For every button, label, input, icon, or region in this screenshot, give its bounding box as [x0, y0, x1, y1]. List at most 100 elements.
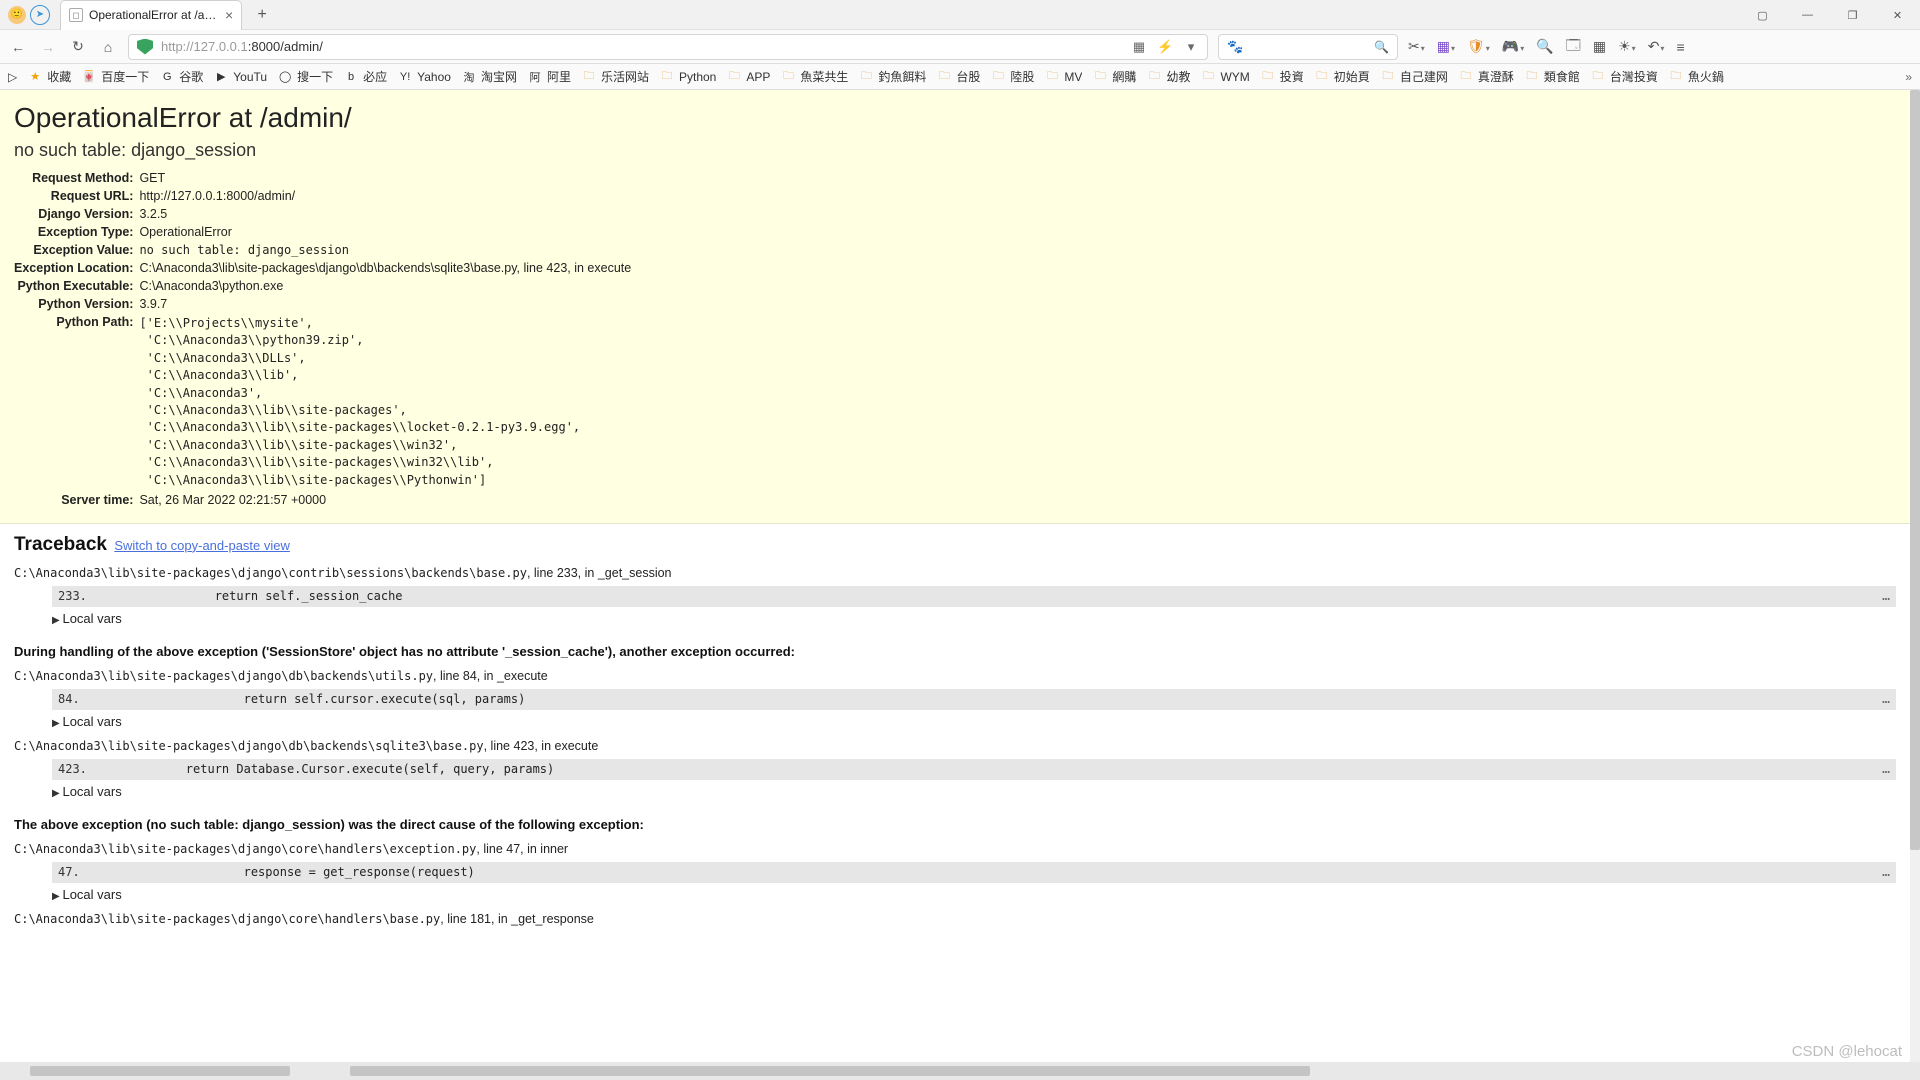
ellipsis-icon[interactable]: …	[1882, 589, 1890, 604]
ellipsis-icon[interactable]: …	[1882, 762, 1890, 777]
nav-compass-icon[interactable]: ➤	[30, 5, 50, 25]
folder-icon: 🗀	[726, 69, 742, 85]
address-bar[interactable]: http://127.0.0.1:8000/admin/ ▦ ⚡ ▾	[128, 34, 1208, 60]
bookmark-item[interactable]: 🗀陸股	[990, 68, 1034, 85]
meta-label: Exception Value:	[14, 241, 139, 259]
local-vars-toggle[interactable]: Local vars	[52, 784, 1896, 799]
menu-icon[interactable]: ≡	[1676, 39, 1684, 55]
bookmark-label: 自己建网	[1400, 68, 1448, 85]
bookmark-item[interactable]: b必应	[343, 68, 387, 85]
addr-chevron-down-icon[interactable]: ▾	[1183, 39, 1199, 55]
bookmarks-expand-icon[interactable]: ▷	[8, 70, 17, 84]
switch-view-link[interactable]: Switch to copy-and-paste view	[114, 538, 290, 553]
bookmark-item[interactable]: 🗀釣魚餌料	[858, 68, 926, 85]
folder-icon: 🗀	[1092, 69, 1108, 85]
new-tab-button[interactable]: +	[250, 3, 274, 27]
bookmark-item[interactable]: 阿阿里	[527, 68, 571, 85]
home-button[interactable]: ⌂	[98, 37, 118, 57]
undo-icon[interactable]: ↶	[1648, 38, 1665, 55]
scissors-icon[interactable]: ✂	[1408, 38, 1425, 55]
bookmarks-overflow-icon[interactable]: »	[1905, 70, 1912, 84]
frame-location: C:\Anaconda3\lib\site-packages\django\co…	[14, 566, 1896, 580]
bookmark-item[interactable]: 🗀MV	[1044, 69, 1082, 85]
bookmark-item[interactable]: 🗀乐活网站	[581, 68, 649, 85]
page-viewport: OperationalError at /admin/ no such tabl…	[0, 90, 1910, 1062]
bookmark-item[interactable]: 🗀網購	[1092, 68, 1136, 85]
local-vars-toggle[interactable]: Local vars	[52, 887, 1896, 902]
local-vars-toggle[interactable]: Local vars	[52, 714, 1896, 729]
browser-tab[interactable]: ◻ OperationalError at /admin/ ×	[60, 0, 242, 30]
frame-location: C:\Anaconda3\lib\site-packages\django\co…	[14, 842, 1896, 856]
bookmark-item[interactable]: 🗀Python	[659, 69, 716, 85]
grid-icon[interactable]: ▦	[1437, 38, 1455, 55]
bookmark-item[interactable]: 🗀魚火鍋	[1668, 68, 1724, 85]
bookmark-item[interactable]: 🗀台灣投資	[1590, 68, 1658, 85]
bookmark-label: 陸股	[1010, 68, 1034, 85]
bookmark-label: 類食館	[1544, 68, 1580, 85]
folder-icon: 🗀	[1668, 69, 1684, 85]
bookmark-item[interactable]: 🗀自己建网	[1380, 68, 1448, 85]
local-vars-toggle[interactable]: Local vars	[52, 611, 1896, 626]
bookmark-item[interactable]: 🗀魚菜共生	[780, 68, 848, 85]
reload-button[interactable]: ↻	[68, 37, 88, 57]
shield-icon[interactable]: 🛡	[1467, 38, 1490, 55]
window-minimize-icon[interactable]: —	[1785, 0, 1830, 30]
folder-icon: 🗀	[1146, 69, 1162, 85]
bookmark-item[interactable]: 淘淘宝网	[461, 68, 517, 85]
bookmark-label: 谷歌	[179, 68, 203, 85]
meta-value: OperationalError	[139, 223, 631, 241]
apps-icon[interactable]: ▦	[1593, 38, 1606, 55]
frame-location: C:\Anaconda3\lib\site-packages\django\co…	[14, 912, 1896, 926]
bookmark-item[interactable]: 🗀幼教	[1146, 68, 1190, 85]
ellipsis-icon[interactable]: …	[1882, 692, 1890, 707]
vertical-scrollbar[interactable]	[1910, 90, 1920, 1062]
meta-value: no such table: django_session	[139, 241, 631, 259]
bookmark-item[interactable]: Y!Yahoo	[397, 69, 451, 85]
bookmark-item[interactable]: 🀄百度一下	[81, 68, 149, 85]
bookmark-item[interactable]: 🗀WYM	[1200, 69, 1249, 85]
note-icon[interactable]: 🗔	[1566, 35, 1581, 59]
horizontal-scrollbar[interactable]	[0, 1062, 1920, 1080]
tab-close-icon[interactable]: ×	[225, 8, 233, 22]
window-maximize-icon[interactable]: ❐	[1830, 0, 1875, 30]
bookmarks-bar: ▷ ★收藏 🀄百度一下 G谷歌 ▶YouTu ◯搜一下 b必应 Y!Yahoo 淘淘宝网阿阿里…	[0, 64, 1920, 90]
error-subtitle: no such table: django_session	[14, 140, 1896, 161]
qr-icon[interactable]: ▦	[1131, 39, 1147, 55]
bookmark-item[interactable]: ◯搜一下	[277, 68, 333, 85]
theme-sun-icon[interactable]: ☀	[1618, 38, 1636, 55]
window-close-icon[interactable]: ✕	[1875, 0, 1920, 30]
bookmark-label: 台股	[956, 68, 980, 85]
code-line: 84. return self.cursor.execute(sql, para…	[52, 689, 1896, 710]
bookmark-label: 必应	[363, 68, 387, 85]
gamepad-icon[interactable]: 🎮	[1502, 38, 1524, 55]
error-meta-table: Request Method:GET Request URL:http://12…	[14, 169, 631, 509]
bookmark-item[interactable]: ▶YouTu	[213, 69, 267, 85]
folder-icon: 🗀	[1524, 69, 1540, 85]
bookmark-label: 搜一下	[297, 68, 333, 85]
window-side-icon[interactable]: ▢	[1740, 0, 1785, 30]
traceback-frame: C:\Anaconda3\lib\site-packages\django\co…	[14, 566, 1896, 626]
bookmark-label: Python	[679, 70, 716, 84]
error-summary: OperationalError at /admin/ no such tabl…	[0, 90, 1910, 524]
bookmark-item[interactable]: ★收藏	[27, 68, 71, 85]
back-button[interactable]: ←	[8, 37, 28, 57]
bookmark-item[interactable]: G谷歌	[159, 68, 203, 85]
meta-label: Request URL:	[14, 187, 139, 205]
bookmark-item[interactable]: 🗀投資	[1260, 68, 1304, 85]
site-security-shield-icon[interactable]	[137, 39, 153, 55]
bookmark-item[interactable]: 🗀APP	[726, 69, 770, 85]
bookmark-item[interactable]: 🗀真澄酥	[1458, 68, 1514, 85]
bookmark-label: 網購	[1112, 68, 1136, 85]
bookmark-item[interactable]: 🗀台股	[936, 68, 980, 85]
traceback-frame: C:\Anaconda3\lib\site-packages\django\co…	[14, 842, 1896, 902]
forward-button[interactable]: →	[38, 37, 58, 57]
magnify-icon[interactable]: 🔍	[1536, 38, 1553, 55]
profile-avatar-icon[interactable]: 🙂	[8, 6, 26, 24]
bookmark-item[interactable]: 🗀初始頁	[1314, 68, 1370, 85]
bolt-icon[interactable]: ⚡	[1157, 39, 1173, 55]
bookmark-favicon-icon: ◯	[277, 69, 293, 85]
bookmark-item[interactable]: 🗀類食館	[1524, 68, 1580, 85]
meta-value: GET	[139, 169, 631, 187]
search-box[interactable]: 🐾 🔍	[1218, 34, 1398, 60]
ellipsis-icon[interactable]: …	[1882, 865, 1890, 880]
